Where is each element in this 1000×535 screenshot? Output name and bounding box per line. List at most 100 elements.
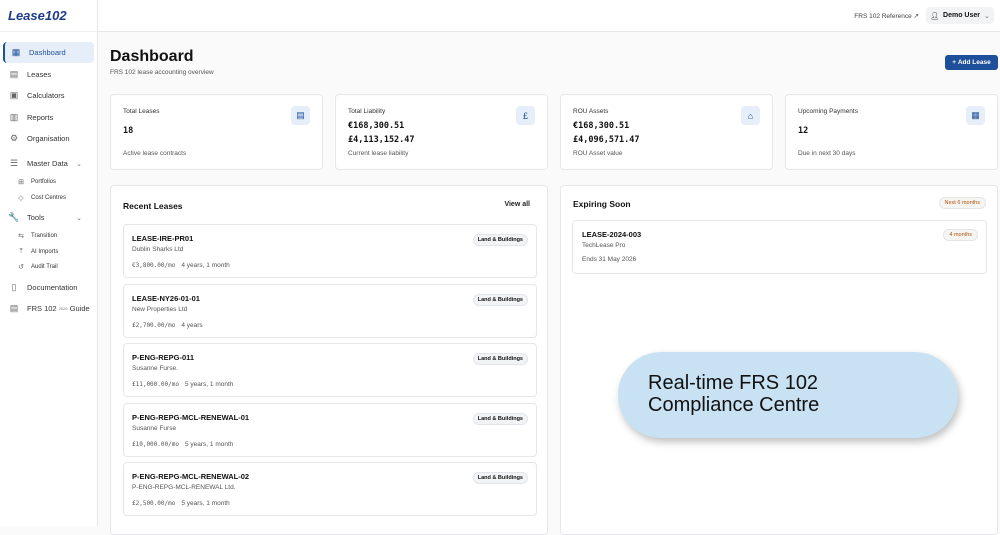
asset-class-tag: Land & Buildings bbox=[472, 412, 528, 425]
sidebar-item-cost-centres[interactable]: ◇ Cost Centres bbox=[3, 190, 94, 205]
lease-item[interactable]: LEASE-NY26-01-01 New Properties Ltd £2,7… bbox=[123, 283, 537, 338]
sidebar-item-master-data[interactable]: ☰ Master Data ⌄ bbox=[3, 153, 94, 174]
lessor-name: Susanne Furse bbox=[132, 424, 177, 432]
view-all-link[interactable]: View all bbox=[504, 201, 530, 208]
sidebar-item-label: Leases bbox=[27, 69, 52, 79]
frs-reference-label: FRS 102 Reference bbox=[854, 13, 912, 20]
sidebar-item-organisation[interactable]: ⚙ Organisation bbox=[3, 128, 94, 149]
tag-icon: ◇ bbox=[18, 194, 24, 202]
lease-item[interactable]: P-ENG-REPG-011 Susanne Furse. £11,000.00… bbox=[123, 343, 537, 397]
monthly-amount: £10,000.00/mo bbox=[132, 440, 179, 448]
sidebar-nav: ▦ Dashboard ▤ Leases ▣ Calculators ▥ Reports… bbox=[0, 32, 97, 330]
expiring-item[interactable]: LEASE-2024-003 TechLease Pro Ends 31 May… bbox=[572, 220, 987, 274]
sidebar-item-portfolios[interactable]: ⊞ Portfolios bbox=[3, 175, 94, 190]
chevron-down-icon: ⌄ bbox=[76, 214, 82, 222]
lessor-name: P-ENG-REPG-MCL-RENEWAL Ltd. bbox=[132, 484, 236, 491]
remaining-badge: 4 months bbox=[943, 229, 978, 241]
pound-icon: £ bbox=[516, 106, 535, 125]
lease-id: LEASE-NY26-01-01 bbox=[132, 293, 200, 303]
panel-title: Expiring Soon bbox=[573, 199, 631, 209]
sidebar-item-label: Reports bbox=[27, 112, 54, 122]
sidebar-item-transition[interactable]: ⇆ Transition bbox=[3, 229, 94, 244]
sidebar-item-calculators[interactable]: ▣ Calculators bbox=[3, 85, 94, 106]
lease-term: 5 years, 1 month bbox=[184, 440, 234, 448]
stat-card-rou-assets: ROU Assets €168,300.51 £4,096,571.47 ROU… bbox=[560, 94, 773, 170]
sidebar-item-label: Documentation bbox=[27, 282, 78, 292]
arrows-icon: ⇆ bbox=[18, 233, 24, 240]
stat-card-total-liability: Total Liability €168,300.51 £4,113,152.4… bbox=[335, 94, 548, 170]
lease-item[interactable]: P-ENG-REPG-MCL-RENEWAL-01 Susanne Furse … bbox=[123, 402, 537, 457]
chevron-down-icon: ⌄ bbox=[983, 12, 990, 20]
lease-id: P-ENG-REPG-011 bbox=[132, 353, 195, 362]
stat-label: Upcoming Payments bbox=[798, 108, 858, 115]
sidebar-item-leases[interactable]: ▤ Leases bbox=[3, 64, 94, 85]
monthly-amount: £11,000.00/mo bbox=[132, 381, 179, 388]
stat-label: ROU Assets bbox=[573, 108, 609, 115]
database-icon: ☰ bbox=[9, 158, 19, 168]
sidebar-item-label: Portfolios bbox=[31, 179, 57, 185]
stat-card-upcoming-payments: Upcoming Payments 12 Due in next 30 days… bbox=[785, 94, 998, 170]
recent-leases-panel: Recent Leases View all LEASE-IRE-PR01 Du… bbox=[110, 185, 548, 535]
lessor-name: TechLease Pro bbox=[582, 242, 626, 249]
sidebar-item-dashboard[interactable]: ▦ Dashboard bbox=[3, 42, 94, 63]
lease-id: P-ENG-REPG-MCL-RENEWAL-02 bbox=[132, 472, 250, 481]
sidebar-item-label: Guide bbox=[69, 304, 90, 313]
lease-term: 4 years bbox=[181, 321, 203, 329]
lease-item[interactable]: P-ENG-REPG-MCL-RENEWAL-02 P-ENG-REPG-MCL… bbox=[123, 462, 537, 516]
asset-class-tag: Land & Buildings bbox=[472, 472, 528, 484]
sidebar-item-ai-imports[interactable]: ⤒ AI Imports bbox=[3, 244, 94, 259]
lease-item[interactable]: LEASE-IRE-PR01 Dublin Sharks Ltd €3,800.… bbox=[123, 224, 537, 278]
end-date: Ends 31 May 2026 bbox=[582, 256, 637, 263]
topbar: FRS 102 Reference ↗ 👤︎ Demo User ⌄ bbox=[98, 0, 1000, 32]
stat-value: 18 bbox=[123, 126, 134, 136]
history-icon: ↺ bbox=[18, 264, 24, 271]
sidebar-item-label: Cost Centres bbox=[31, 194, 67, 201]
sidebar-item-documentation[interactable]: ▯ Documentation bbox=[3, 277, 94, 298]
lessor-name: Susanne Furse. bbox=[132, 365, 178, 372]
user-name: Demo User bbox=[943, 12, 980, 19]
sidebar-item-tools[interactable]: 🔧 Tools ⌄ bbox=[3, 207, 94, 228]
stat-card-total-leases: Total Leases 18 Active lease contracts ▤ bbox=[110, 94, 323, 170]
page-subtitle: FRS 102 lease accounting overview bbox=[110, 69, 214, 76]
asset-class-tag: Land & Buildings bbox=[472, 234, 528, 246]
callout-bubble: Real-time FRS 102 Compliance Centre bbox=[618, 352, 958, 438]
calculator-icon: ▣ bbox=[9, 90, 19, 100]
gear-icon: ⚙ bbox=[9, 133, 19, 143]
add-lease-button[interactable]: + Add Lease bbox=[945, 55, 998, 70]
lessor-name: New Properties Ltd bbox=[132, 305, 188, 313]
stat-label: Total Leases bbox=[123, 108, 160, 115]
sidebar-item-label: Tools bbox=[27, 213, 45, 222]
sidebar-item-audit-trail[interactable]: ↺ Audit Trail bbox=[3, 260, 94, 275]
stat-value-secondary: £4,113,152.47 bbox=[348, 135, 415, 145]
sidebar-item-reports[interactable]: ▥ Reports bbox=[3, 107, 94, 128]
lease-id: LEASE-2024-003 bbox=[582, 230, 642, 239]
user-menu-button[interactable]: 👤︎ Demo User ⌄ bbox=[926, 7, 994, 24]
page-title: Dashboard bbox=[110, 48, 194, 65]
monthly-amount: £2,700.00/mo bbox=[132, 321, 176, 329]
asset-class-tag: Land & Buildings bbox=[472, 353, 528, 365]
add-lease-label: Add Lease bbox=[957, 59, 991, 66]
lease-term: 5 years, 1 month bbox=[181, 500, 230, 507]
monthly-amount: £2,500.00/mo bbox=[132, 500, 176, 507]
lease-id: LEASE-IRE-PR01 bbox=[132, 234, 194, 243]
lease-id: P-ENG-REPG-MCL-RENEWAL-01 bbox=[132, 412, 250, 422]
stat-desc: ROU Asset value bbox=[573, 150, 623, 157]
stat-desc: Active lease contracts bbox=[123, 150, 187, 157]
file-icon: ▤ bbox=[9, 303, 19, 313]
book-icon: ▯ bbox=[11, 281, 17, 292]
calendar-icon: ▦ bbox=[966, 106, 985, 125]
sidebar: Lease102 ▦ Dashboard ▤ Leases ▣ Calculators… bbox=[0, 0, 98, 526]
stat-value: €168,300.51 bbox=[348, 121, 405, 131]
sidebar-item-label: Organisation bbox=[27, 134, 70, 143]
wrench-icon: 🔧 bbox=[8, 212, 20, 222]
lease-term: 5 years, 1 month bbox=[184, 381, 234, 388]
stat-value: €168,300.51 bbox=[573, 121, 630, 131]
frs-reference-link[interactable]: FRS 102 Reference ↗ bbox=[854, 12, 919, 20]
external-link-icon: ↗ bbox=[913, 13, 919, 20]
monthly-amount: €3,800.00/mo bbox=[132, 262, 176, 269]
stat-desc: Due in next 30 days bbox=[798, 150, 856, 157]
logo[interactable]: Lease102 bbox=[0, 0, 97, 32]
user-icon: 👤︎ bbox=[930, 12, 940, 20]
sidebar-item-label: Audit Trail bbox=[31, 264, 58, 270]
sidebar-item-frs-guide[interactable]: ▤ FRS 102 2026 Guide bbox=[3, 298, 94, 319]
